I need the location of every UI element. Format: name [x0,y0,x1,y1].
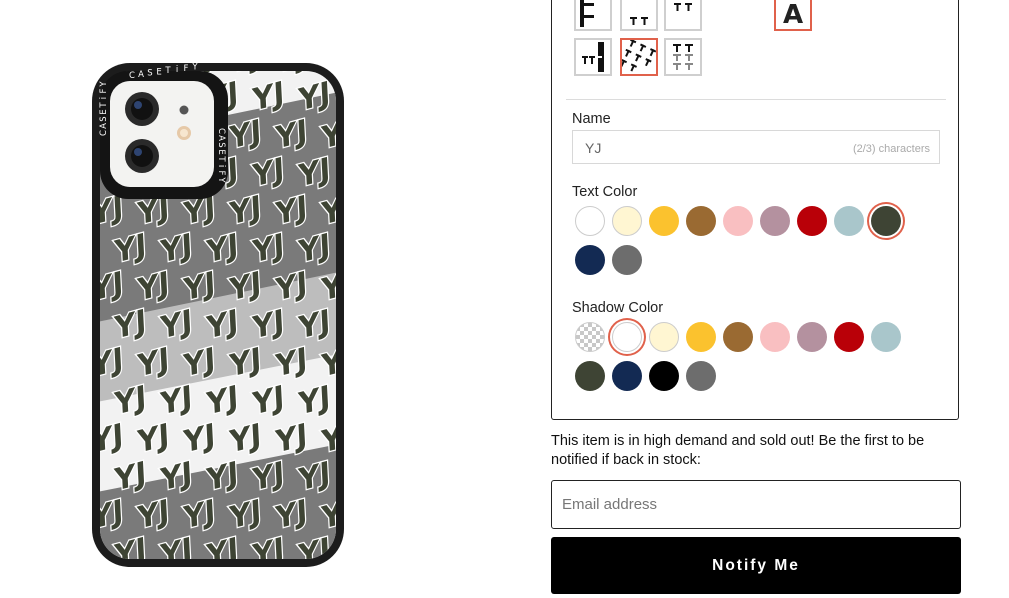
section-divider [566,99,946,100]
font-a-icon: A [776,0,810,29]
pattern-tile-1[interactable] [574,0,612,31]
notify-me-button[interactable]: Notify Me [551,537,961,594]
sold-out-notice: This item is in high demand and sold out… [551,433,925,468]
brand-letter: C [216,128,226,134]
text-color-swatch-white[interactable] [575,206,605,236]
brand-letter: Y [191,63,198,73]
text-color-swatch-light-blue[interactable] [834,206,864,236]
pattern-tile-4[interactable] [574,38,612,76]
pattern-tile-3[interactable] [664,0,702,31]
brand-letter: A [138,70,144,80]
brand-letter: S [99,116,109,121]
shadow-color-swatch-pink[interactable] [760,322,790,352]
name-input[interactable]: YJ (2/3) characters [572,130,940,164]
brand-letter: A [216,135,226,141]
phone-case-preview: YJ YJ YJ YJ YJ YJ YJ YJ YJ YJ YJ YJ YJ YJ YJ YJ YJ YJ YJ YJ… [92,63,344,567]
text-color-swatch-red[interactable] [797,206,827,236]
brand-letter: E [99,109,109,114]
brand-letter: i [216,165,226,167]
shadow-color-swatch-red[interactable] [834,322,864,352]
svg-text:A: A [783,0,803,29]
brand-letter: T [99,102,109,109]
stacked-t-pattern-icon [576,0,610,29]
brand-letter: T [216,155,226,162]
diagonal-t-pattern-icon [622,40,656,74]
text-color-swatch-olive[interactable] [871,206,901,236]
brand-letter: E [156,67,161,77]
brand-letter: Y [216,176,226,183]
brand-letter: C [99,130,109,136]
text-color-swatch-pink[interactable] [723,206,753,236]
brand-letter: F [99,88,109,93]
text-color-swatch-brown[interactable] [686,206,716,236]
brand-letter: C [129,71,135,81]
shadow-color-swatch-mauve[interactable] [797,322,827,352]
brand-letter: S [147,69,152,79]
brand-letter: F [216,171,226,176]
email-input[interactable] [551,480,961,529]
double-t-top-pattern-icon [666,0,700,29]
shadow-color-swatch-brown[interactable] [723,322,753,352]
shadow-color-swatch-cream[interactable] [649,322,679,352]
double-t-pattern-icon [622,0,656,29]
character-counter: (2/3) characters [852,143,930,155]
pattern-tile-6[interactable] [664,38,702,76]
text-color-swatch-yellow[interactable] [649,206,679,236]
text-color-swatch-mauve[interactable] [760,206,790,236]
shadow-color-swatch-olive[interactable] [575,361,605,391]
grid-t-pattern-icon [666,40,700,74]
brand-letter: Y [99,81,109,88]
shadow-color-swatch-light-blue[interactable] [871,322,901,352]
text-color-swatch-gray[interactable] [612,245,642,275]
text-color-label: Text Color [572,184,638,200]
brand-letter: T [164,66,171,76]
brand-letter: i [176,65,178,75]
shadow-color-swatch-yellow[interactable] [686,322,716,352]
shadow-color-swatch-navy[interactable] [612,361,642,391]
shadow-color-label: Shadow Color [572,300,664,316]
customization-panel: A Name YJ (2/3) characters Text Color Sh… [551,0,959,420]
brand-letter: S [216,142,226,147]
pattern-tile-5[interactable] [620,38,658,76]
shadow-color-swatch-none[interactable] [575,322,605,352]
vertical-stripe-t-pattern-icon [576,40,610,74]
shadow-color-swatch-white[interactable] [612,322,642,352]
brand-letter: A [99,123,109,129]
brand-letter: i [99,97,109,99]
brand-letter: E [216,149,226,154]
name-label: Name [572,111,611,127]
font-tile[interactable]: A [774,0,812,31]
pattern-tile-2[interactable] [620,0,658,31]
text-color-swatch-cream[interactable] [612,206,642,236]
name-input-value: YJ [585,140,602,156]
text-color-swatch-navy[interactable] [575,245,605,275]
brand-letter: F [184,64,189,74]
shadow-color-swatch-gray[interactable] [686,361,716,391]
shadow-color-swatch-black[interactable] [649,361,679,391]
